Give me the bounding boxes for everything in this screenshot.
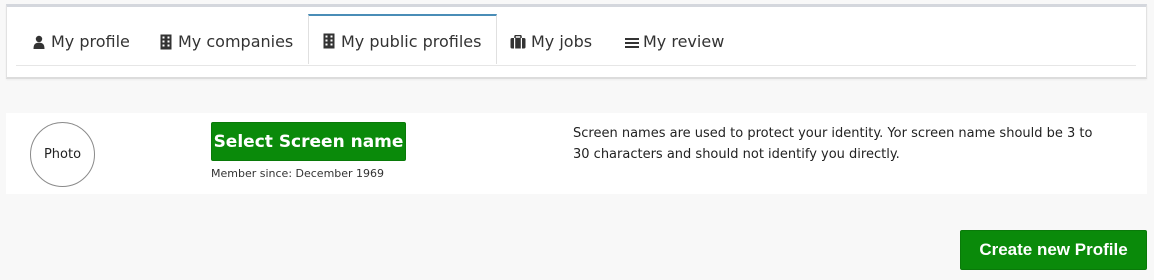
- briefcase-icon: [510, 34, 527, 50]
- building-icon: [160, 34, 174, 50]
- user-icon: [33, 34, 47, 50]
- tab-label: My public profiles: [341, 31, 482, 51]
- create-new-profile-button[interactable]: Create new Profile: [960, 230, 1147, 270]
- tab-my-jobs[interactable]: My jobs: [510, 17, 592, 66]
- tabs-bar: My profile My companies My public profil…: [16, 14, 1136, 66]
- tab-my-profile[interactable]: My profile: [33, 17, 130, 66]
- list-icon: [625, 34, 639, 50]
- screen-name-help-text: Screen names are used to protect your id…: [573, 126, 1093, 162]
- public-profile-row: Photo Select Screen name Member since: D…: [6, 113, 1147, 194]
- member-since-text: Member since: December 1969: [211, 167, 385, 180]
- profile-tabs-panel: My profile My companies My public profil…: [6, 4, 1147, 79]
- tab-label: My review: [643, 32, 725, 51]
- tab-my-public-profiles[interactable]: My public profiles: [308, 14, 498, 64]
- avatar[interactable]: Photo: [30, 122, 95, 187]
- tab-my-review[interactable]: My review: [625, 17, 724, 66]
- tab-label: My profile: [51, 32, 130, 51]
- tab-label: My jobs: [531, 32, 593, 51]
- tab-my-companies[interactable]: My companies: [160, 17, 293, 66]
- photo-label: Photo: [43, 147, 82, 162]
- select-screen-name-button[interactable]: Select Screen name: [211, 122, 406, 161]
- tab-label: My companies: [178, 32, 294, 51]
- building-icon: [323, 33, 337, 49]
